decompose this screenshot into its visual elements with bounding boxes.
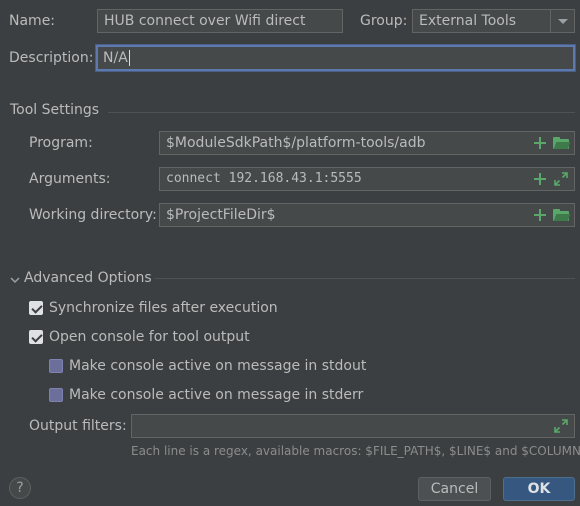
chevron-down-icon[interactable] <box>10 273 20 284</box>
console-stderr-checkbox[interactable] <box>49 388 63 402</box>
description-input[interactable]: N/A <box>96 45 575 71</box>
open-console-checkbox[interactable] <box>29 330 43 344</box>
program-label: Program: <box>29 135 93 151</box>
sync-files-checkbox[interactable] <box>29 301 43 315</box>
working-directory-input[interactable]: $ProjectFileDir$ <box>159 203 575 227</box>
expand-icon[interactable] <box>554 172 568 186</box>
advanced-options-title[interactable]: Advanced Options <box>24 269 152 287</box>
tool-settings-divider <box>108 112 575 113</box>
name-label: Name: <box>9 13 56 29</box>
sync-files-label[interactable]: Synchronize files after execution <box>49 299 278 317</box>
text-caret <box>128 50 130 66</box>
tool-settings-title: Tool Settings <box>10 102 100 118</box>
open-console-label[interactable]: Open console for tool output <box>49 328 250 346</box>
help-button[interactable]: ? <box>9 477 31 499</box>
insert-macro-plus-icon[interactable] <box>533 172 547 186</box>
group-dropdown-value: External Tools <box>419 13 517 29</box>
group-label: Group: <box>360 13 408 29</box>
description-value: N/A <box>103 50 128 66</box>
arguments-label: Arguments: <box>29 171 111 187</box>
chevron-down-icon[interactable] <box>550 10 574 32</box>
cancel-button[interactable]: Cancel <box>418 477 491 501</box>
expand-icon[interactable] <box>554 419 568 433</box>
description-label: Description: <box>9 50 94 66</box>
output-filters-hint: Each line is a regex, available macros: … <box>131 444 580 458</box>
console-stdout-checkbox[interactable] <box>49 359 63 373</box>
insert-macro-plus-icon[interactable] <box>533 136 547 150</box>
name-input[interactable]: HUB connect over Wifi direct <box>97 9 343 33</box>
console-stderr-label[interactable]: Make console active on message in stderr <box>69 386 363 404</box>
group-dropdown[interactable]: External Tools <box>412 9 575 33</box>
output-filters-input[interactable] <box>131 414 575 438</box>
insert-macro-plus-icon[interactable] <box>533 208 547 222</box>
working-directory-label: Working directory: <box>29 207 157 223</box>
folder-icon[interactable] <box>553 137 571 149</box>
program-value: $ModuleSdkPath$/platform-tools/adb <box>166 135 426 151</box>
output-filters-label: Output filters: <box>29 418 127 434</box>
working-directory-value: $ProjectFileDir$ <box>166 207 276 223</box>
program-input[interactable]: $ModuleSdkPath$/platform-tools/adb <box>159 131 575 155</box>
arguments-input[interactable]: connect 192.168.43.1:5555 <box>159 167 575 191</box>
advanced-options-divider <box>154 278 575 279</box>
console-stdout-label[interactable]: Make console active on message in stdout <box>69 357 366 375</box>
ok-button[interactable]: OK <box>503 477 575 501</box>
folder-icon[interactable] <box>553 209 571 221</box>
arguments-value: connect 192.168.43.1:5555 <box>166 171 362 186</box>
